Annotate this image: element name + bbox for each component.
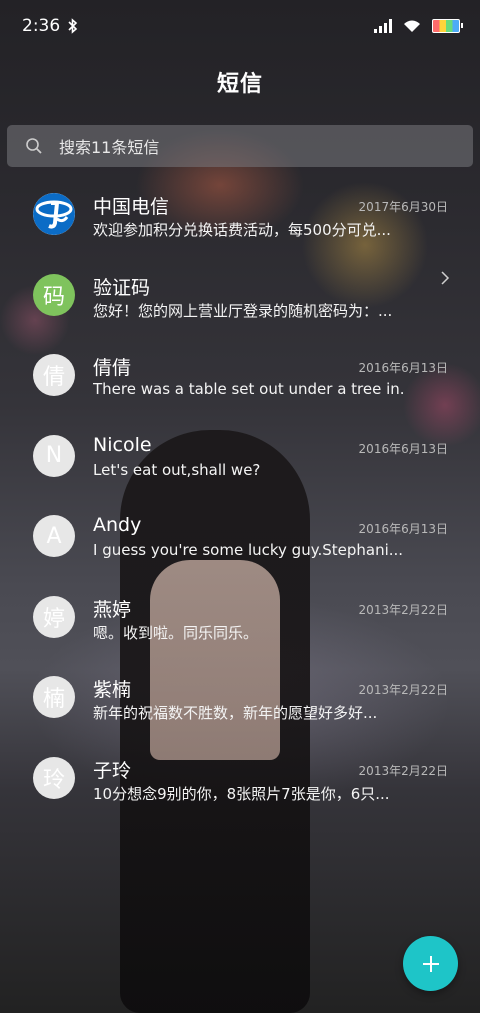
message-preview: There was a table set out under a tree i… [93,380,403,398]
conversation-item[interactable]: 码 验证码 您好！您的网上营业厅登录的随机密码为：... [0,257,480,338]
contact-name: 中国电信 [93,196,170,218]
contact-name: 燕婷 [93,598,132,621]
contact-name: Andy [93,514,142,536]
avatar: 楠 [33,676,75,718]
china-telecom-logo-icon [33,193,75,235]
message-date: 2013年2月22日 [358,763,448,778]
message-preview: 欢迎参加积分兑换话费活动，每500分可兑... [93,221,391,239]
avatar: 码 [33,273,75,316]
message-date: 2013年2月22日 [358,683,448,697]
search-icon [26,138,42,154]
contact-name: 子玲 [93,759,132,782]
message-date: 2016年6月13日 [358,441,448,456]
search-bar[interactable]: 搜索11条短信 [7,125,473,167]
status-bar: 2:36 [0,0,480,52]
avatar: N [33,434,75,477]
search-placeholder: 搜索11条短信 [59,138,160,157]
contact-name: Nicole [93,433,152,456]
avatar: 婷 [33,595,75,638]
avatar: 玲 [33,756,75,799]
conversation-list: 中国电信 2017年6月30日 欢迎参加积分兑换话费活动，每500分可兑... … [0,176,480,820]
bluetooth-icon [68,18,78,34]
conversation-item[interactable]: 楠 紫楠 2013年2月22日 新年的祝福数不胜数，新年的愿望好多好... [0,659,480,740]
conversation-item[interactable]: 倩 倩倩 2016年6月13日 There was a table set ou… [0,337,480,418]
message-preview: 您好！您的网上营业厅登录的随机密码为：... [93,301,393,320]
status-time: 2:36 [22,16,61,36]
signal-icon [374,19,392,33]
conversation-item[interactable]: N Nicole 2016年6月13日 Let's eat out,shall … [0,418,480,499]
message-date: 2013年2月22日 [358,602,448,617]
message-preview: Let's eat out,shall we? [93,460,261,479]
contact-name: 紫楠 [93,679,132,701]
message-preview: 10分想念9别的你，8张照片7张是你，6只... [93,784,390,803]
message-preview: I guess you're some lucky guy.Stephani..… [93,541,403,559]
message-date: 2017年6月30日 [358,200,448,214]
avatar: 倩 [33,354,75,396]
wifi-icon [404,20,420,32]
message-date: 2016年6月13日 [358,361,448,375]
conversation-item[interactable]: 中国电信 2017年6月30日 欢迎参加积分兑换话费活动，每500分可兑... [0,176,480,257]
new-message-button[interactable] [403,936,458,991]
conversation-item[interactable]: 玲 子玲 2013年2月22日 10分想念9别的你，8张照片7张是你，6只... [0,740,480,821]
chevron-right-icon [441,270,450,285]
page-title: 短信 [216,72,263,97]
conversation-item[interactable]: 婷 燕婷 2013年2月22日 嗯。收到啦。同乐同乐。 [0,579,480,660]
avatar: A [33,515,75,557]
message-preview: 新年的祝福数不胜数，新年的愿望好多好... [93,704,378,722]
battery-icon [432,19,463,33]
avatar [33,193,75,235]
message-date: 2016年6月13日 [358,522,448,536]
contact-name: 验证码 [93,276,151,299]
plus-icon [422,955,439,972]
conversation-item[interactable]: A Andy 2016年6月13日 I guess you're some lu… [0,498,480,579]
contact-name: 倩倩 [93,357,132,379]
message-preview: 嗯。收到啦。同乐同乐。 [93,623,259,642]
